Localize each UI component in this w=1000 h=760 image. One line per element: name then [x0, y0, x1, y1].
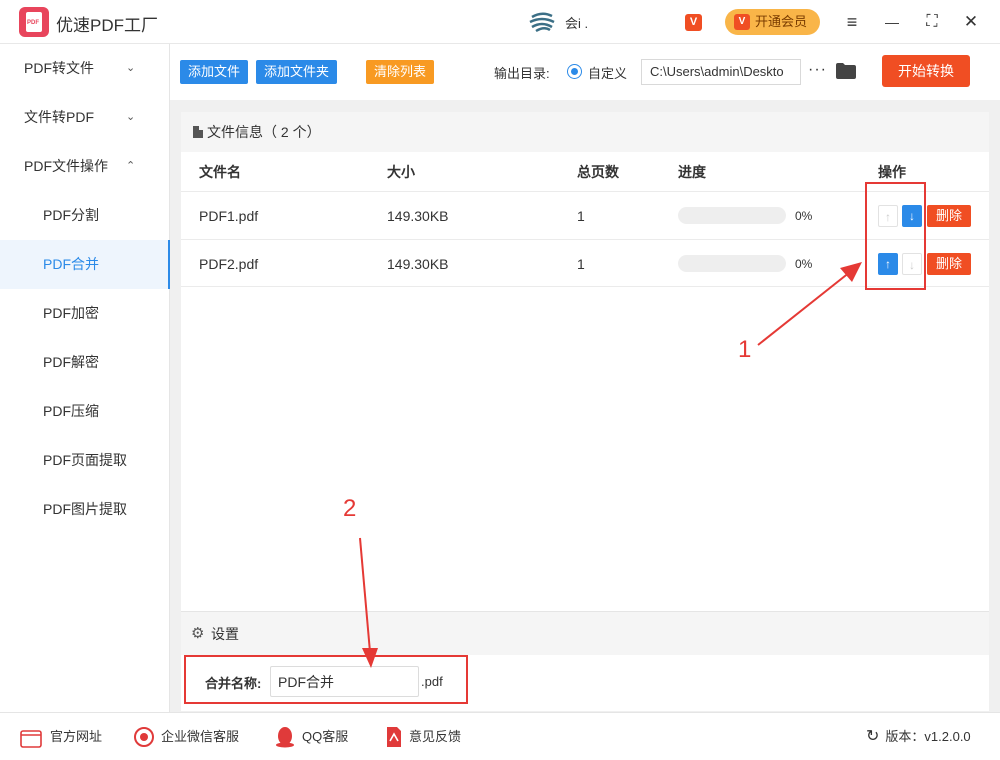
clear-list-button[interactable]: 清除列表 [366, 60, 435, 84]
app-title: 优速PDF工厂 [56, 16, 158, 35]
minimize-icon[interactable]: — [880, 10, 904, 34]
menu-icon[interactable]: ≡ [840, 10, 864, 34]
vip-small-icon[interactable]: V [685, 14, 702, 31]
more-icon[interactable]: ··· [808, 61, 827, 79]
footer: 官方网址 企业微信客服 QQ客服 意见反馈 ↻ 版本：v1.2.0.0 [0, 712, 1000, 760]
file-icon [193, 126, 203, 138]
sidebar-item-pdf-page-extract[interactable]: PDF页面提取 [0, 436, 170, 485]
col-header-size: 大小 [387, 164, 415, 180]
file-pages: 1 [577, 256, 585, 272]
vip-icon: V [734, 14, 750, 30]
file-size: 149.30KB [387, 208, 449, 224]
sidebar-item-pdf-decrypt[interactable]: PDF解密 [0, 338, 170, 387]
feedback-icon [387, 727, 401, 747]
col-header-name: 文件名 [199, 164, 241, 180]
file-name: PDF1.pdf [199, 208, 259, 224]
vip-button[interactable]: V 开通会员 [725, 9, 820, 35]
user-name[interactable]: 会i . [565, 13, 588, 32]
close-icon[interactable]: ✕ [959, 10, 983, 34]
title-bar: PDF 优速PDF工厂 会i . V V 开通会员 ≡ — ⛶ ✕ [0, 0, 1000, 44]
file-pages: 1 [577, 208, 585, 224]
annotation-box-move-buttons [865, 182, 926, 290]
sidebar-group-pdf-operations[interactable]: PDF文件操作 ⌃ [0, 142, 170, 191]
progress-bar [678, 207, 786, 224]
sidebar-item-pdf-encrypt[interactable]: PDF加密 [0, 289, 170, 338]
user-avatar-icon[interactable] [528, 11, 556, 33]
qq-service-link[interactable]: QQ客服 [274, 713, 348, 760]
folder-icon[interactable] [836, 63, 856, 79]
delete-button[interactable]: 删除 [927, 253, 971, 275]
add-file-button[interactable]: 添加文件 [180, 60, 249, 84]
file-name: PDF2.pdf [199, 256, 259, 272]
annotation-number-1: 1 [738, 336, 752, 363]
website-icon [20, 730, 42, 748]
progress-percent: 0% [795, 209, 813, 223]
start-convert-button[interactable]: 开始转换 [882, 55, 970, 87]
chevron-up-icon: ⌃ [126, 160, 136, 172]
add-folder-button[interactable]: 添加文件夹 [256, 60, 338, 84]
app-logo-icon: PDF [19, 7, 49, 37]
website-link[interactable]: 官方网址 [20, 713, 102, 760]
sidebar-item-pdf-image-extract[interactable]: PDF图片提取 [0, 485, 170, 534]
progress-percent: 0% [795, 257, 813, 271]
col-header-progress: 进度 [678, 164, 706, 180]
progress-bar [678, 255, 786, 272]
settings-header: ⚙ 设置 [181, 611, 989, 655]
sidebar-item-pdf-split[interactable]: PDF分割 [0, 191, 170, 240]
annotation-number-2: 2 [343, 495, 357, 522]
file-info-header: 文件信息（ 2 个） [181, 112, 989, 152]
qq-icon [276, 727, 294, 748]
toolbar: 添加文件 添加文件夹 清除列表 输出目录: 自定义 C:\Users\admin… [170, 44, 1000, 100]
chevron-down-icon: ⌄ [126, 62, 136, 74]
sidebar-item-pdf-merge[interactable]: PDF合并 [0, 240, 170, 289]
version-info: ↻ 版本：v1.2.0.0 [866, 728, 971, 745]
sidebar-group-pdf-to-file[interactable]: PDF转文件 ⌄ [0, 44, 170, 93]
sidebar: PDF转文件 ⌄ 文件转PDF ⌄ PDF文件操作 ⌃ PDF分割 PDF合并 … [0, 44, 170, 712]
output-dir-label: 输出目录: [494, 66, 550, 81]
sidebar-group-file-to-pdf[interactable]: 文件转PDF ⌄ [0, 93, 170, 142]
wechat-icon [134, 727, 154, 747]
custom-dir-radio[interactable] [567, 64, 582, 79]
col-header-pages: 总页数 [577, 164, 619, 180]
file-size: 149.30KB [387, 256, 449, 272]
chevron-down-icon: ⌄ [126, 111, 136, 123]
sidebar-item-pdf-compress[interactable]: PDF压缩 [0, 387, 170, 436]
output-path-input[interactable]: C:\Users\admin\Deskto [641, 59, 801, 85]
custom-dir-label[interactable]: 自定义 [588, 63, 627, 82]
maximize-icon[interactable]: ⛶ [920, 10, 944, 34]
feedback-link[interactable]: 意见反馈 [383, 713, 461, 760]
wechat-service-link[interactable]: 企业微信客服 [133, 713, 239, 760]
refresh-icon[interactable]: ↻ [866, 728, 879, 745]
annotation-box-merge-name [184, 655, 468, 704]
gear-icon: ⚙ [191, 625, 205, 642]
delete-button[interactable]: 删除 [927, 205, 971, 227]
